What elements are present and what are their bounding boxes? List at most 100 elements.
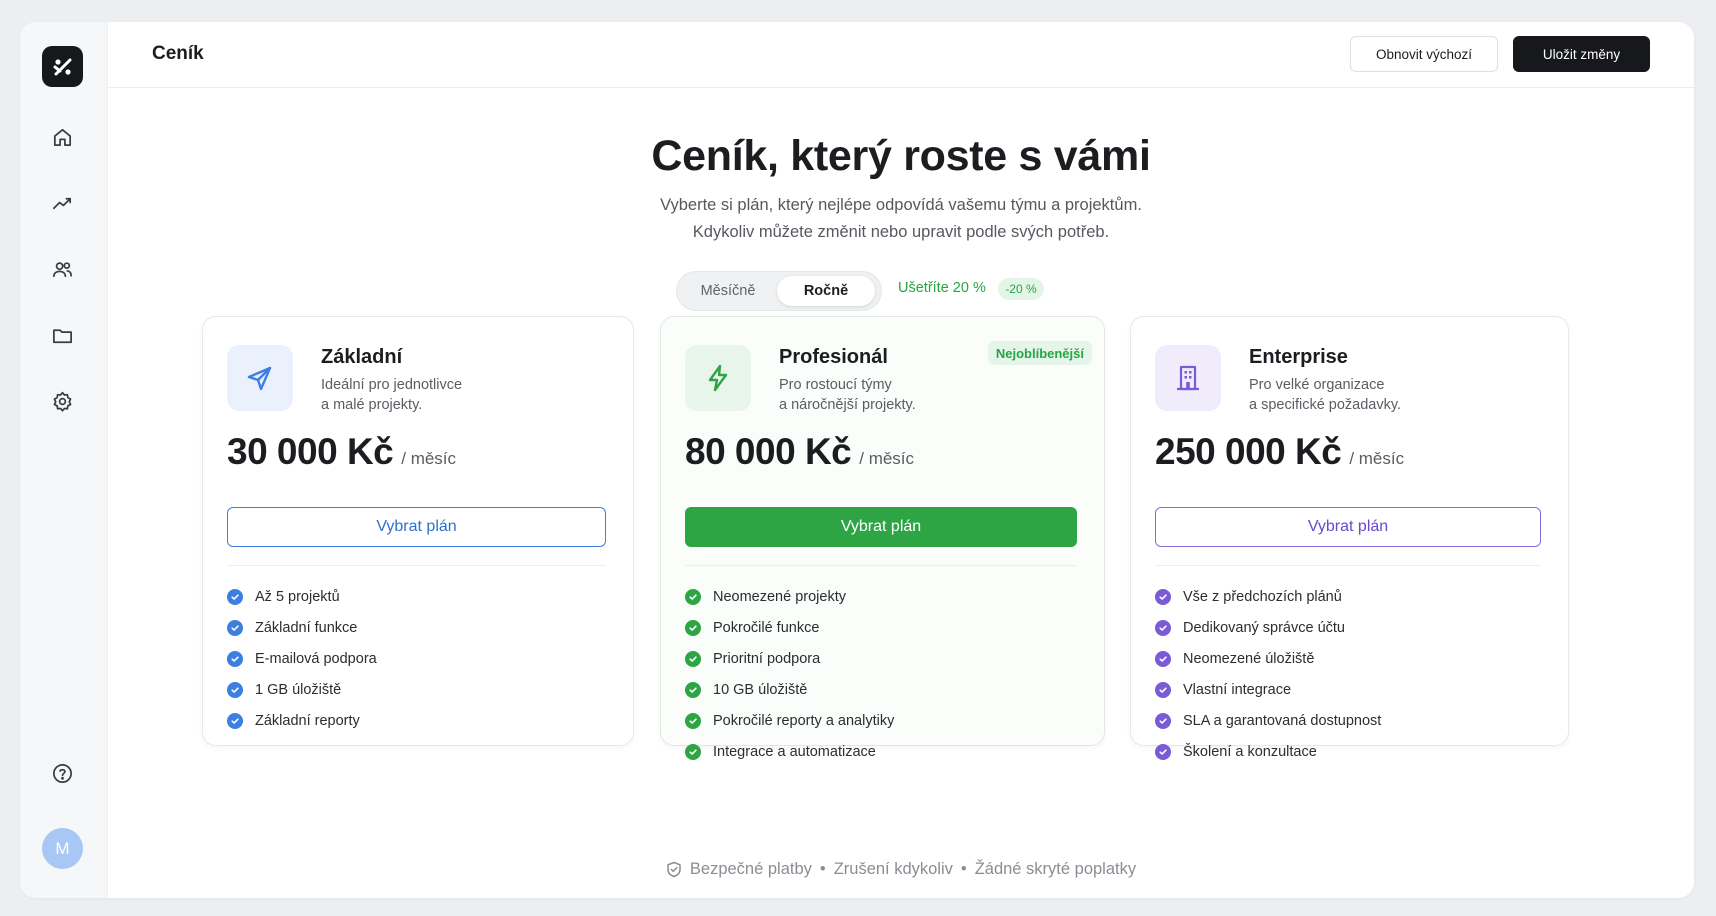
feature-label: Pokročilé funkce [713, 619, 820, 636]
plan-price: 80 000 Kč / měsíc [685, 431, 914, 473]
hero-subtitle: Vyberte si plán, který nejlépe odpovídá … [108, 192, 1694, 246]
app-window: M Ceník Obnovit výchozí Uložit změny Cen… [20, 22, 1694, 898]
page-title: Ceník [152, 43, 204, 64]
trust-footer: Bezpečné platby • Zrušení kdykoliv • Žád… [108, 860, 1694, 879]
sidebar-item-users[interactable] [44, 251, 80, 287]
sidebar-item-analytics[interactable] [44, 185, 80, 221]
footer-cancel-anytime: Zrušení kdykoliv [833, 860, 953, 878]
price-period: / měsíc [1349, 449, 1405, 468]
select-plan-button[interactable]: Vybrat plán [685, 507, 1077, 547]
sidebar-item-home[interactable] [44, 119, 80, 155]
card-divider [1155, 565, 1541, 566]
check-icon [685, 712, 701, 729]
sidebar-item-files[interactable] [44, 317, 80, 353]
save-changes-button[interactable]: Uložit změny [1513, 36, 1650, 72]
reset-defaults-button[interactable]: Obnovit výchozí [1350, 36, 1498, 72]
feature-item: Neomezené úložiště [1155, 643, 1381, 674]
plan-description: Pro rostoucí týmy a náročnější projekty. [779, 375, 1029, 415]
feature-item: Neomezené projekty [685, 581, 894, 612]
plan-price: 30 000 Kč / měsíc [227, 431, 456, 473]
feature-list: Vše z předchozích plánů Dedikovaný správc… [1155, 581, 1381, 767]
user-avatar[interactable]: M [42, 828, 83, 869]
feature-item: Základní funkce [227, 612, 377, 643]
feature-item: Pokročilé funkce [685, 612, 894, 643]
hero-subtitle-line: Kdykoliv můžete změnit nebo upravit podl… [692, 223, 1110, 241]
feature-item: Až 5 projektů [227, 581, 377, 612]
feature-label: Základní reporty [255, 712, 360, 729]
lightning-icon [708, 364, 728, 392]
feature-label: Prioritní podpora [713, 650, 821, 667]
plan-name: Enterprise [1249, 346, 1348, 368]
price-period: / měsíc [401, 449, 457, 468]
plan-icon-badge [685, 345, 751, 411]
plan-icon-badge [1155, 345, 1221, 411]
plan-description-line: a náročnější projekty. [779, 397, 916, 413]
app-logo[interactable] [42, 46, 83, 87]
users-icon [52, 261, 72, 277]
plan-description-line: a malé projekty. [321, 397, 423, 413]
feature-label: Pokročilé reporty a analytiky [713, 712, 895, 729]
check-icon [685, 588, 701, 605]
trend-icon [52, 197, 71, 209]
check-icon [1155, 619, 1171, 636]
check-icon [227, 619, 243, 636]
select-plan-button[interactable]: Vybrat plán [227, 507, 606, 547]
check-icon [1155, 743, 1171, 760]
plan-card-professional: Profesionál Nejoblíbenější Pro rostoucí … [660, 316, 1105, 760]
discount-badge: -20 % [998, 278, 1044, 300]
feature-item: E-mailová podpora [227, 643, 377, 674]
plan-name: Základní [321, 346, 403, 368]
check-icon [1155, 681, 1171, 698]
plan-name: Profesionál [779, 346, 888, 368]
gear-icon [53, 391, 71, 412]
plan-description: Ideální pro jednotlivce a malé projekty. [321, 375, 571, 415]
paper-plane-icon [247, 366, 272, 391]
price-amount: 80 000 Kč [685, 431, 852, 472]
footer-separator: • [819, 860, 826, 878]
check-icon [227, 588, 243, 605]
feature-label: Vše z předchozích plánů [1183, 588, 1342, 605]
feature-label: Školení a konzultace [1183, 743, 1317, 760]
plan-card-enterprise: Enterprise Pro velké organizace a specif… [1130, 316, 1569, 760]
check-icon [1155, 712, 1171, 729]
billing-yearly-option[interactable]: Ročně [777, 276, 875, 306]
feature-item: Prioritní podpora [685, 643, 894, 674]
check-icon [227, 712, 243, 729]
hero-subtitle-line: Vyberte si plán, který nejlépe odpovídá … [660, 196, 1142, 214]
select-plan-button[interactable]: Vybrat plán [1155, 507, 1541, 547]
feature-list: Až 5 projektů Základní funkce E-mailová po… [227, 581, 377, 736]
feature-label: Integrace a automatizace [713, 743, 876, 760]
help-button[interactable] [44, 755, 80, 791]
folder-icon [52, 328, 72, 343]
feature-label: Až 5 projektů [255, 588, 340, 605]
check-icon [1155, 588, 1171, 605]
feature-item: Vlastní integrace [1155, 674, 1381, 705]
footer-secure-payments: Bezpečné platby [689, 860, 812, 878]
check-icon [1155, 650, 1171, 667]
feature-item: 10 GB úložiště [685, 674, 894, 705]
sidebar-item-settings[interactable] [44, 383, 80, 419]
home-icon [53, 128, 71, 146]
card-divider [685, 565, 1077, 566]
feature-label: E-mailová podpora [255, 650, 377, 667]
feature-item: Vše z předchozích plánů [1155, 581, 1381, 612]
sidebar: M [20, 22, 108, 898]
billing-monthly-option[interactable]: Měsíčně [681, 276, 775, 306]
price-amount: 250 000 Kč [1155, 431, 1342, 472]
feature-item: Pokročilé reporty a analytiky [685, 705, 894, 736]
feature-label: Základní funkce [255, 619, 358, 636]
price-amount: 30 000 Kč [227, 431, 394, 472]
plan-description: Pro velké organizace a specifické požada… [1249, 375, 1499, 415]
feature-label: Neomezené úložiště [1183, 650, 1315, 667]
top-bar: Ceník Obnovit výchozí Uložit změny [108, 22, 1694, 88]
help-icon [52, 763, 72, 783]
check-icon [685, 619, 701, 636]
feature-item: Školení a konzultace [1155, 736, 1381, 767]
savings-text: Ušetříte 20 % [898, 280, 986, 296]
plan-description-line: Pro velké organizace [1249, 377, 1385, 393]
plan-description-line: Ideální pro jednotlivce [321, 377, 463, 393]
feature-item: Základní reporty [227, 705, 377, 736]
check-icon [227, 650, 243, 667]
feature-item: Dedikovaný správce účtu [1155, 612, 1381, 643]
building-icon [1177, 365, 1199, 391]
